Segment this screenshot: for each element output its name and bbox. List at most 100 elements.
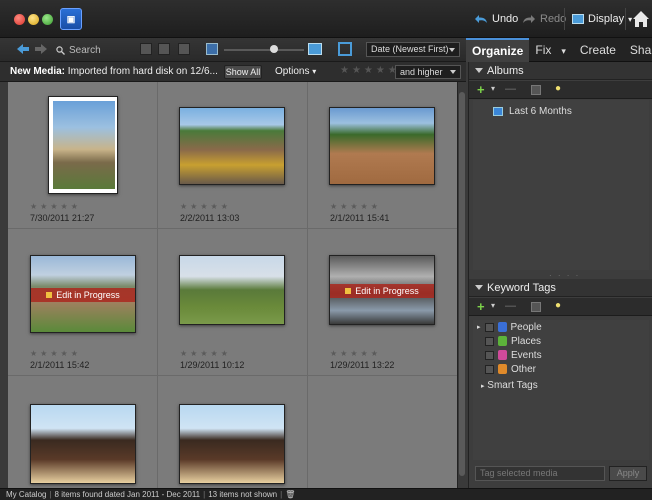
fullscreen-icon[interactable] — [338, 42, 352, 56]
minimize-window-button[interactable] — [28, 14, 39, 25]
tab-fix[interactable]: Fix ▾ — [529, 38, 568, 62]
media-bar-text: Imported from hard disk on 12/6... — [67, 66, 218, 77]
keyword-tags-toolbar: + ▾ — ● — [469, 298, 652, 316]
back-arrow-icon[interactable] — [16, 43, 30, 55]
search-icon — [56, 45, 65, 55]
photo-date: 1/29/2011 13:22 — [330, 360, 395, 370]
tag-item-other[interactable]: Other — [485, 362, 536, 376]
media-item[interactable]: ★★★★★ 7/30/2011 21:27 — [8, 82, 158, 229]
smart-tags-label: Smart Tags — [487, 380, 538, 391]
redo-button[interactable]: Redo — [522, 11, 566, 27]
trash-icon[interactable]: 🗑 — [285, 490, 295, 499]
slider-thumb[interactable] — [270, 45, 278, 53]
media-bar: New Media: Imported from hard disk on 12… — [0, 62, 466, 82]
remove-icon[interactable]: — — [505, 83, 516, 95]
status-catalog[interactable]: My Catalog — [6, 490, 46, 499]
album-label: Last 6 Months — [509, 106, 572, 117]
rating-stars[interactable]: ★★★★★ — [30, 349, 81, 358]
home-icon[interactable] — [630, 8, 652, 30]
media-item[interactable] — [8, 376, 158, 488]
photo-thumbnail[interactable] — [48, 96, 118, 194]
media-item[interactable]: ★★★★★ 2/1/2011 15:41 — [308, 82, 457, 229]
photo-thumbnail[interactable] — [179, 255, 285, 325]
album-item[interactable]: Last 6 Months — [493, 106, 572, 117]
chevron-down-icon: ▾ — [561, 46, 566, 56]
media-item[interactable]: ★★★★★ 2/2/2011 13:03 — [158, 82, 308, 229]
tag-item-places[interactable]: Places — [485, 334, 541, 348]
photo-thumbnail[interactable] — [329, 107, 435, 185]
add-album-icon[interactable]: + — [477, 83, 485, 96]
scrollbar-thumb[interactable] — [459, 92, 465, 476]
album-icon — [493, 107, 503, 116]
photo-thumbnail[interactable]: Edit in Progress — [30, 255, 136, 333]
chevron-down-icon[interactable]: ▾ — [491, 301, 495, 310]
media-item[interactable]: Edit in Progress ★★★★★ 2/1/2011 15:42 — [8, 229, 158, 376]
media-type-dropdown[interactable] — [140, 43, 152, 55]
tab-create[interactable]: Create — [574, 38, 622, 62]
tag-checkbox[interactable] — [484, 322, 494, 332]
grid-scrollbar[interactable] — [457, 82, 466, 488]
large-thumbnail-icon[interactable] — [308, 43, 322, 55]
rating-filter-select[interactable]: and higher — [395, 65, 461, 79]
chevron-down-icon[interactable]: ▾ — [491, 84, 495, 93]
undo-label: Undo — [492, 13, 519, 25]
sort-order-select[interactable]: Date (Newest First) — [366, 42, 460, 57]
people-tag-icon — [497, 322, 507, 332]
search-field[interactable]: Search — [56, 43, 138, 57]
tab-share[interactable]: Share — [624, 38, 652, 62]
lightbulb-icon[interactable]: ● — [555, 300, 561, 311]
photo-date: 7/30/2011 21:27 — [30, 213, 95, 223]
keyword-tags-list: ▸ People Places Events Other ▸ Smart Tag… — [473, 320, 649, 460]
media-item[interactable] — [158, 376, 308, 488]
close-window-button[interactable] — [14, 14, 25, 25]
photo-date: 1/29/2011 10:12 — [180, 360, 245, 370]
albums-header[interactable]: Albums — [469, 62, 652, 80]
tag-item-people[interactable]: ▸ People — [477, 320, 542, 334]
rating-stars[interactable]: ★★★★★ — [330, 349, 381, 358]
thumbnail-size-slider[interactable] — [224, 49, 304, 51]
tag-selected-media-input[interactable]: Tag selected media — [475, 466, 605, 481]
expand-triangle-icon[interactable]: ▸ — [481, 383, 485, 390]
rating-filter-value: and higher — [400, 67, 443, 77]
photo-thumbnail[interactable] — [179, 404, 285, 484]
redo-arrow-icon — [523, 15, 535, 23]
display-button[interactable]: Display ▾ — [572, 11, 632, 27]
tag-checkbox[interactable] — [485, 364, 494, 374]
tag-checkbox[interactable] — [485, 336, 494, 346]
photo-thumbnail[interactable] — [179, 107, 285, 185]
instant-fix-button[interactable] — [178, 43, 190, 55]
display-label: Display — [588, 13, 625, 25]
keyword-tags-header[interactable]: Keyword Tags — [469, 279, 652, 297]
remove-icon[interactable]: — — [505, 300, 516, 312]
photo-thumbnail[interactable]: Edit in Progress — [329, 255, 435, 325]
apply-button[interactable]: Apply — [609, 466, 647, 481]
undo-button[interactable]: Undo — [474, 11, 518, 27]
status-found: 8 items found dated Jan 2011 - Dec 2011 — [54, 490, 201, 499]
grid-view-icon[interactable] — [206, 43, 218, 55]
edit-album-icon[interactable] — [531, 85, 541, 95]
smart-tags-item[interactable]: ▸ Smart Tags — [481, 380, 538, 391]
edit-in-progress-label: Edit in Progress — [355, 286, 419, 296]
show-all-button[interactable]: Show All — [224, 65, 262, 79]
rating-filter-stars[interactable]: ★★★★★ — [340, 65, 400, 76]
date-view-button[interactable] — [158, 43, 170, 55]
options-menu[interactable]: Options ▾ — [275, 66, 316, 77]
expand-triangle-icon[interactable]: ▸ — [477, 323, 481, 331]
media-item[interactable]: ★★★★★ 1/29/2011 10:12 — [158, 229, 308, 376]
tag-item-events[interactable]: Events — [485, 348, 542, 362]
tag-checkbox[interactable] — [485, 350, 494, 360]
add-tag-icon[interactable]: + — [477, 300, 485, 313]
rating-stars[interactable]: ★★★★★ — [30, 202, 81, 211]
forward-arrow-icon[interactable] — [34, 43, 48, 55]
rating-stars[interactable]: ★★★★★ — [180, 202, 231, 211]
zoom-window-button[interactable] — [42, 14, 53, 25]
photo-thumbnail[interactable] — [30, 404, 136, 484]
edit-tag-icon[interactable] — [531, 302, 541, 312]
lightbulb-icon[interactable]: ● — [555, 83, 561, 94]
rating-stars[interactable]: ★★★★★ — [330, 202, 381, 211]
media-item[interactable]: Edit in Progress ★★★★★ 1/29/2011 13:22 — [308, 229, 457, 376]
events-tag-icon — [498, 350, 507, 360]
tab-organize[interactable]: Organize — [466, 38, 530, 62]
tag-label: Places — [511, 335, 542, 347]
rating-stars[interactable]: ★★★★★ — [180, 349, 231, 358]
